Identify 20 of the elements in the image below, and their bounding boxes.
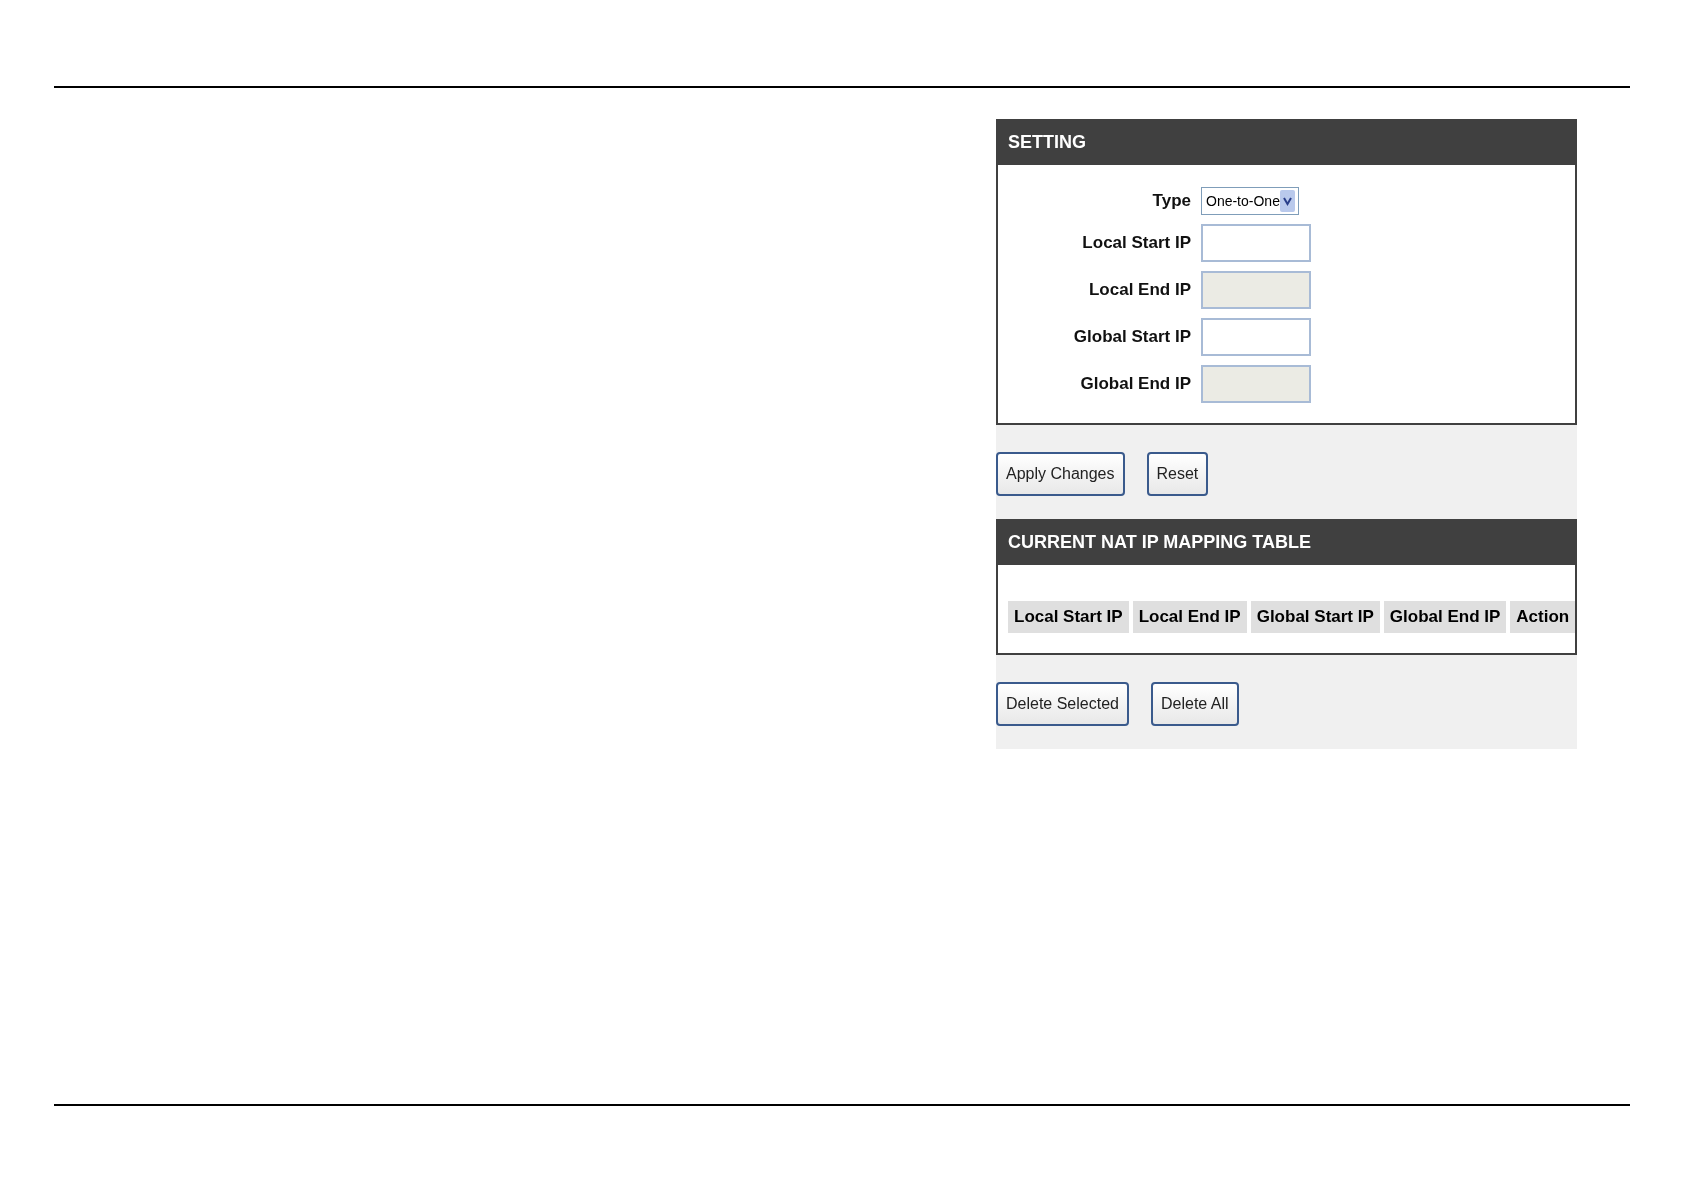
- form-button[interactable]: Reset: [1146, 452, 1209, 496]
- input-field[interactable]: [1201, 224, 1311, 262]
- section-header: SETTING: [998, 119, 1575, 165]
- field-label: Local End IP: [1087, 280, 1191, 300]
- section-header: CURRENT NAT IP MAPPING TABLE: [998, 519, 1575, 565]
- column-header: Action: [1510, 601, 1576, 633]
- field-label: Type: [1151, 191, 1191, 211]
- form-button[interactable]: Delete Selected: [996, 682, 1129, 726]
- type-dropdown[interactable]: One-to-One: [1201, 187, 1299, 215]
- field-label: Global End IP: [1079, 374, 1191, 394]
- input-field[interactable]: [1201, 318, 1311, 356]
- field-label: Local Start IP: [1081, 233, 1191, 253]
- caret-icon: [1280, 190, 1295, 212]
- column-header: Local Start IP: [1008, 601, 1129, 633]
- form-button[interactable]: Delete All: [1150, 682, 1239, 726]
- field-label: Global Start IP: [1072, 327, 1191, 347]
- form-button[interactable]: Apply Changes: [996, 452, 1125, 496]
- column-header: Global End IP: [1383, 601, 1507, 633]
- column-header: Local End IP: [1132, 601, 1247, 633]
- column-header: Global Start IP: [1250, 601, 1380, 633]
